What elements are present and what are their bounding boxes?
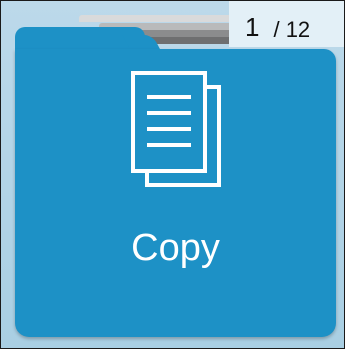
page-counter: 1 / 12	[229, 1, 344, 47]
copy-screen: 1 / 12 Copy	[0, 0, 345, 349]
copy-folder-button[interactable]: Copy	[15, 27, 336, 337]
page-total: / 12	[273, 17, 311, 42]
page-current: 1	[245, 12, 260, 42]
document-copy-icon	[131, 71, 221, 187]
folder-body[interactable]: Copy	[15, 49, 336, 337]
copy-label: Copy	[131, 227, 220, 269]
